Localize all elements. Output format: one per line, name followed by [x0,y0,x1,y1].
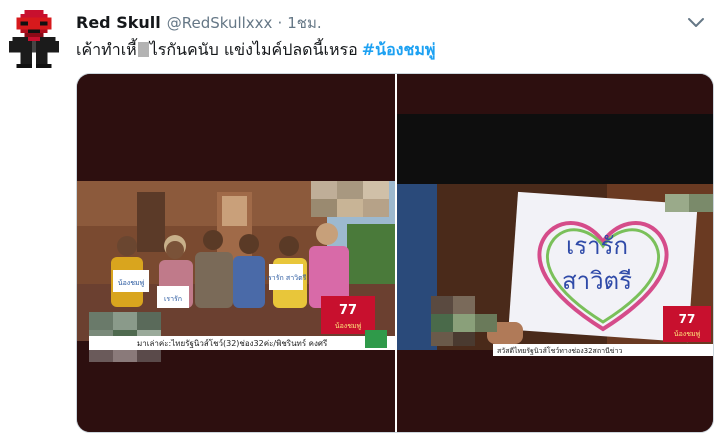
photo-right-sign-line2: สาวิตรี [562,267,632,295]
tweet-text: เค้าทำเหี้ ไรกันคนับ แข่งไมค์ปลดนี้เหรอ #น… [76,38,435,63]
tweet-text-part1: เค้าทำเหี้ [76,40,137,59]
tweet-header: Red Skull @RedSkullxxx · 1ชม. [76,11,322,33]
red-skull-avatar-icon [8,10,60,68]
chevron-down-icon [688,18,704,27]
user-handle[interactable]: @RedSkullxxx [167,14,273,32]
censor-block [137,42,149,57]
photo-left-badge-sub: น้องชมพู่ [335,322,362,330]
avatar[interactable] [8,10,60,68]
photo-right[interactable]: เรารัก สาวิตรี 77 น้องชมพู่ สวัสดีไทยรัฐ… [397,74,713,432]
timestamp[interactable]: 1ชม. [287,11,321,35]
photo-left-image: น้องชมพู่ เรารัก เรารัก สาวิตรี 77 น้องช… [77,74,395,432]
tweet-menu-button[interactable] [684,10,708,34]
tweet[interactable]: Red Skull @RedSkullxxx · 1ชม. เค้าทำเหี้… [0,0,714,433]
photo-right-sign-line1: เรารัก [566,232,628,260]
separator-dot: · [277,14,283,32]
hashtag-link[interactable]: #น้องชมพู่ [362,40,436,59]
photo-left-sign-3: เรารัก สาวิตรี [266,274,307,282]
photo-left-sign-2: เรารัก [164,295,182,303]
photo-right-badge: 77 [679,312,696,326]
photo-left-badge: 77 [339,303,357,318]
tweet-text-part2: ไรกันคนับ แข่งไมค์ปลดนี้เหรอ [149,40,358,59]
photo-right-caption: สวัสดีไทยรัฐนิวส์โชว์ทางช่อง32สถานีข่าว [497,346,622,355]
display-name[interactable]: Red Skull [76,13,161,32]
photo-right-badge-sub: น้องชมพู่ [674,330,701,338]
media-grid: น้องชมพู่ เรารัก เรารัก สาวิตรี 77 น้องช… [76,73,714,433]
photo-right-image: เรารัก สาวิตรี 77 น้องชมพู่ สวัสดีไทยรัฐ… [397,74,713,432]
photo-left-caption: มาเล่าค่ะ:ไทยรัฐนิวส์โชว์(32)ช่อง32ค่ะ/พ… [137,338,328,348]
photo-left-sign-1: น้องชมพู่ [118,279,145,287]
photo-left[interactable]: น้องชมพู่ เรารัก เรารัก สาวิตรี 77 น้องช… [77,74,395,432]
